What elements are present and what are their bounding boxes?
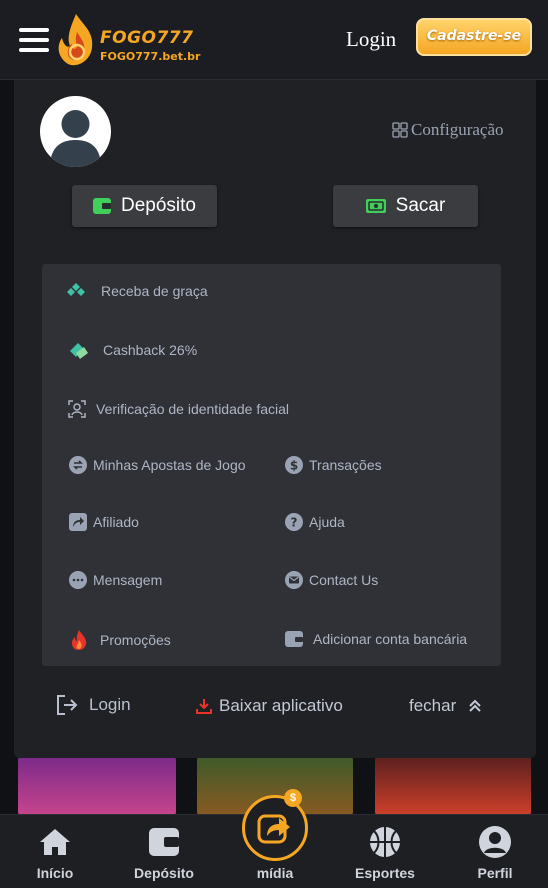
svg-text:$: $ [290,459,298,473]
home-icon [40,829,70,855]
nav-media[interactable]: mídia [230,815,320,888]
login-link[interactable]: Login [55,693,131,717]
menu-label: Verificação de identidade facial [96,401,290,417]
menu-item-message[interactable]: Mensagem [69,571,162,589]
nav-home[interactable]: Início [10,815,100,888]
game-tile[interactable] [375,756,531,816]
bank-card-icon [285,631,303,647]
withdraw-button[interactable]: Sacar [333,185,478,227]
config-link[interactable]: Configuração [392,120,504,140]
menu-item-face-verify[interactable]: Verificação de identidade facial [68,400,289,418]
menu-list: Receba de graça Cashback 26% Verificação… [42,264,501,666]
menu-label: Adicionar conta bancária [313,631,468,647]
menu-item-add-bank[interactable]: Adicionar conta bancária [285,630,467,648]
top-header: FOGO777 FOGO777.bet.br Login Cadastre-se [0,0,548,80]
menu-item-my-bets[interactable]: Minhas Apostas de Jogo [69,456,246,474]
money-icon [70,343,88,359]
login-icon [57,695,78,715]
menu-label: Cashback 26% [103,342,198,358]
chevron-up-icon [469,699,481,712]
menu-label: Transações [309,457,382,473]
menu-item-contact[interactable]: Contact Us [285,571,378,589]
menu-item-help[interactable]: ? Ajuda [285,513,345,531]
nav-media-label: mídia [256,865,294,881]
close-label: fechar [409,696,457,715]
logo-domain: FOGO777.bet.br [100,50,201,63]
deposit-label: Depósito [121,195,196,216]
nav-deposit-label: Depósito [134,865,194,881]
nav-sports[interactable]: Esportes [340,815,430,888]
basketball-icon [370,827,400,857]
mail-icon [285,571,303,589]
menu-item-transactions[interactable]: $ Transações [285,456,382,474]
flame-logo-icon [58,14,93,66]
account-panel: Configuração Depósito Sacar Receba de gr… [14,80,536,758]
menu-item-free[interactable]: Receba de graça [67,282,208,300]
dollar-icon: $ [285,456,303,474]
share-icon [69,513,87,531]
logo-text: FOGO777 [100,28,194,48]
menu-label: Minhas Apostas de Jogo [93,457,246,473]
exchange-icon [69,456,87,474]
download-app-link[interactable]: Baixar aplicativo [196,696,343,716]
download-label: Baixar aplicativo [219,696,343,715]
help-icon: ? [285,513,303,531]
fire-icon [72,630,87,650]
menu-item-cashback[interactable]: Cashback 26% [67,341,197,359]
menu-label: Mensagem [93,572,163,588]
svg-text:?: ? [291,516,298,530]
nav-deposit[interactable]: Depósito [119,815,209,888]
menu-icon[interactable] [19,28,49,52]
media-badge: $ [284,789,302,807]
avatar[interactable] [40,96,111,167]
register-button[interactable]: Cadastre-se [416,18,532,56]
menu-label: Receba de graça [101,283,208,299]
menu-item-affiliate[interactable]: Afiliado [69,513,139,531]
app-screen: FOGO777 FOGO777.bet.br Login Cadastre-se… [0,0,548,888]
grid-icon [392,122,408,138]
nav-home-label: Início [36,865,74,881]
withdraw-label: Sacar [395,195,446,216]
download-icon [196,699,212,714]
nav-profile[interactable]: Perfil [450,815,540,888]
wallet-icon [149,828,179,856]
nav-sports-label: Esportes [355,865,415,881]
login-label: Login [89,695,131,714]
menu-label: Contact Us [309,572,379,588]
menu-item-promotions[interactable]: Promoções [69,630,171,650]
profile-icon [479,826,511,858]
face-scan-icon [68,400,86,418]
header-login-link[interactable]: Login [346,27,396,52]
chat-icon [69,571,87,589]
nav-profile-label: Perfil [477,865,513,881]
game-tile[interactable] [18,756,176,816]
bottom-nav: Início Depósito $ mídia Esportes Perfil [0,789,548,888]
close-link[interactable]: fechar [409,696,482,716]
deposit-button[interactable]: Depósito [72,185,217,227]
cash-icon [365,199,386,213]
menu-label: Promoções [100,632,171,648]
menu-label: Ajuda [309,514,345,530]
menu-label: Afiliado [93,514,139,530]
diamond-icon [67,283,85,296]
config-label: Configuração [411,120,504,139]
user-avatar-icon [50,110,101,167]
logo[interactable]: FOGO777 FOGO777.bet.br [54,10,204,70]
wallet-icon [93,198,111,214]
